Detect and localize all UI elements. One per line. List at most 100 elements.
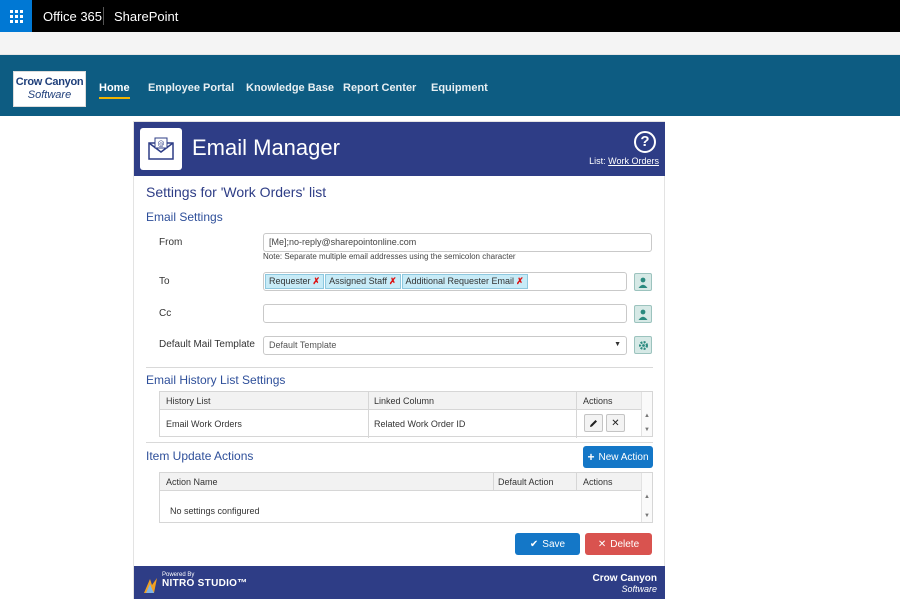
token-label: Assigned Staff	[329, 276, 387, 286]
sharepoint-brand[interactable]: SharePoint	[114, 9, 178, 24]
from-label: From	[159, 237, 183, 248]
close-icon: ✕	[597, 538, 607, 550]
footer-logo: Crow Canyon Software	[593, 573, 657, 594]
delete-button[interactable]: ✕ Delete	[585, 533, 652, 555]
nitro-studio-text: NITRO STUDIO™	[162, 578, 248, 589]
list-link: List: Work Orders	[589, 156, 659, 166]
to-token-additional-requester-email[interactable]: Additional Requester Email ✗	[401, 274, 528, 289]
remove-token-icon[interactable]: ✗	[313, 276, 321, 286]
column-header: Actions	[583, 396, 613, 406]
page-title: Email Manager	[192, 135, 340, 160]
list-label: List:	[589, 156, 606, 166]
to-people-picker-button[interactable]	[634, 273, 652, 291]
edit-button[interactable]	[584, 414, 603, 432]
logo-line-1: Crow Canyon	[15, 76, 84, 88]
to-field[interactable]: Requester ✗ Assigned Staff ✗ Additional Requ…	[263, 272, 627, 291]
nav-item-knowledge-base[interactable]: Knowledge Base	[246, 82, 334, 94]
from-value: [Me];no-reply@sharepointonline.com	[269, 237, 417, 247]
footer-logo-line-2: Software	[621, 584, 657, 594]
scroll-down-icon[interactable]: ▼	[644, 513, 650, 519]
column-divider	[576, 473, 577, 491]
save-label: Save	[542, 538, 566, 550]
column-divider	[368, 392, 369, 438]
divider	[146, 442, 653, 443]
plus-icon: +	[587, 450, 595, 464]
nav-item-home[interactable]: Home	[99, 82, 130, 99]
remove-token-icon[interactable]: ✗	[516, 276, 524, 286]
to-token-assigned-staff[interactable]: Assigned Staff ✗	[325, 274, 401, 289]
remove-token-icon[interactable]: ✗	[389, 276, 397, 286]
email-settings-heading: Email Settings	[146, 210, 223, 224]
logo-line-2: Software	[27, 89, 72, 101]
scroll-up-icon[interactable]: ▲	[644, 494, 650, 500]
column-header: Linked Column	[374, 396, 435, 406]
list-name-link[interactable]: Work Orders	[608, 156, 659, 166]
dropdown-arrow-icon: ▼	[614, 341, 621, 348]
token-label: Requester	[269, 276, 311, 286]
pencil-icon	[590, 419, 597, 427]
cc-field[interactable]	[263, 304, 627, 323]
panel-footer: Powered By NITRO STUDIO™ Crow Canyon Sof…	[134, 566, 665, 599]
ribbon-bar	[0, 32, 900, 55]
scroll-up-icon[interactable]: ▲	[644, 413, 650, 419]
help-icon[interactable]: ?	[634, 131, 656, 153]
settings-heading: Settings for 'Work Orders' list	[146, 184, 327, 200]
nitro-studio-brand: Powered By NITRO STUDIO™	[142, 572, 248, 593]
linked-column-cell: Related Work Order ID	[374, 419, 466, 429]
person-icon	[638, 309, 648, 320]
history-table: History List Linked Column Actions Email…	[159, 391, 653, 438]
email-manager-panel: @ Email Manager ? List: Work Orders Sett…	[133, 121, 665, 599]
delete-label: Delete	[610, 538, 640, 550]
delete-row-button[interactable]: ✕	[606, 414, 625, 432]
nav-item-report-center[interactable]: Report Center	[343, 82, 416, 94]
empty-message: No settings configured	[170, 506, 260, 516]
column-header: Action Name	[166, 477, 218, 487]
cc-label: Cc	[159, 308, 172, 319]
item-actions-scrollbar[interactable]: ▲ ▼	[641, 473, 652, 522]
column-header: History List	[166, 396, 211, 406]
history-table-header: History List Linked Column Actions	[160, 392, 652, 410]
nav-item-employee-portal[interactable]: Employee Portal	[148, 82, 234, 94]
history-heading: Email History List Settings	[146, 373, 286, 387]
new-action-button[interactable]: + New Action	[583, 446, 653, 468]
item-actions-heading: Item Update Actions	[146, 449, 254, 463]
column-header: Default Action	[498, 477, 554, 487]
to-label: To	[159, 276, 170, 287]
panel-header: @ Email Manager ? List: Work Orders	[134, 122, 665, 176]
save-button[interactable]: ✔ Save	[515, 533, 580, 555]
history-list-cell: Email Work Orders	[166, 419, 242, 429]
template-label: Default Mail Template	[159, 339, 255, 350]
close-icon: ✕	[611, 417, 620, 429]
from-note: Note: Separate multiple email addresses …	[263, 252, 516, 261]
email-envelope-icon: @	[140, 128, 182, 170]
divider	[146, 367, 653, 368]
item-actions-table-header: Action Name Default Action Actions	[160, 473, 652, 491]
column-divider	[493, 473, 494, 491]
suite-divider	[103, 7, 104, 25]
new-action-label: New Action	[598, 451, 649, 463]
o365-suite-bar: Office 365 SharePoint	[0, 0, 900, 32]
nav-item-equipment[interactable]: Equipment	[431, 82, 488, 94]
checkmark-icon: ✔	[529, 538, 539, 550]
scroll-down-icon[interactable]: ▼	[644, 427, 650, 433]
site-navigation: Crow Canyon Software Home Employee Porta…	[0, 55, 900, 116]
svg-text:@: @	[158, 140, 165, 148]
app-launcher-icon[interactable]	[0, 0, 32, 32]
to-token-requester[interactable]: Requester ✗	[265, 274, 325, 289]
person-icon	[638, 277, 648, 288]
from-field[interactable]: [Me];no-reply@sharepointonline.com	[263, 233, 652, 252]
column-divider	[576, 392, 577, 438]
template-select[interactable]: Default Template ▼	[263, 336, 627, 355]
token-label: Additional Requester Email	[405, 276, 515, 286]
office365-brand[interactable]: Office 365	[43, 9, 102, 24]
template-value: Default Template	[269, 340, 337, 350]
column-header: Actions	[583, 477, 613, 487]
item-actions-table: Action Name Default Action Actions No se…	[159, 472, 653, 523]
template-settings-button[interactable]	[634, 336, 652, 354]
nitro-logo-icon	[144, 578, 157, 593]
history-scrollbar[interactable]: ▲ ▼	[641, 392, 652, 436]
cc-people-picker-button[interactable]	[634, 305, 652, 323]
footer-logo-line-1: Crow Canyon	[592, 573, 657, 584]
site-logo[interactable]: Crow Canyon Software	[13, 71, 86, 107]
gear-icon	[638, 340, 648, 350]
